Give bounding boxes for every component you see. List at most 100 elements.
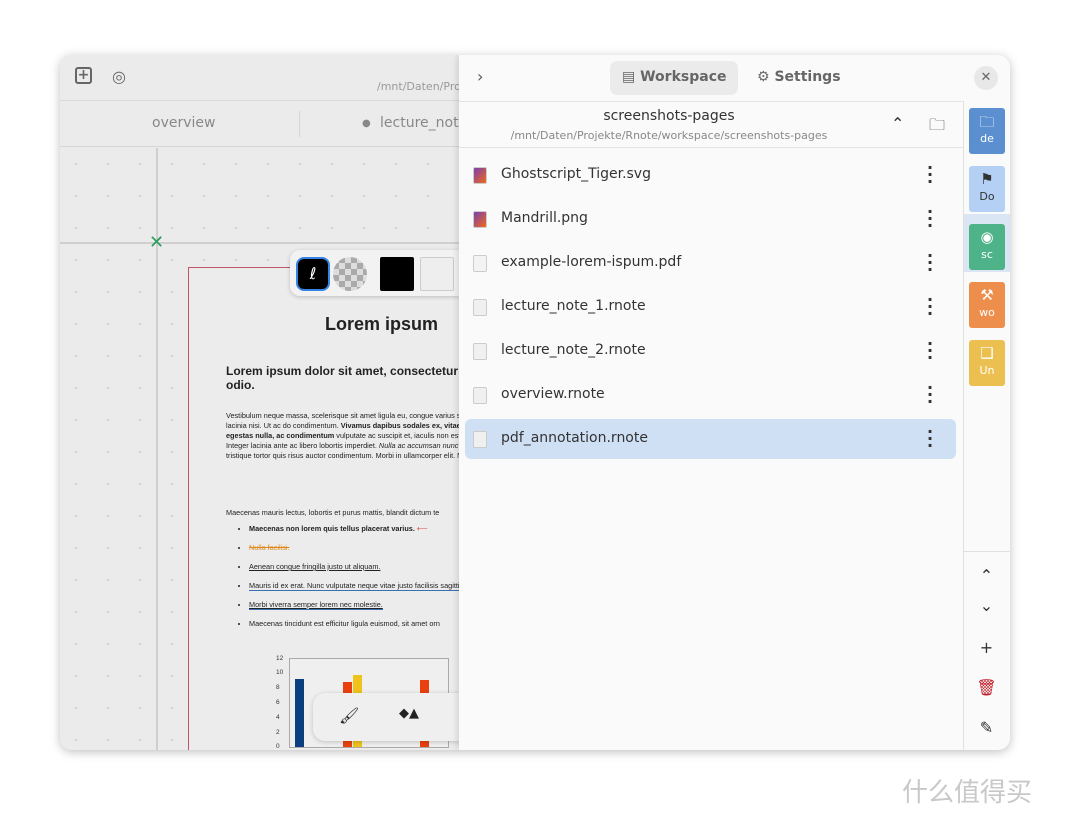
image-file-icon xyxy=(473,211,487,228)
delete-workspace-button[interactable]: 🗑 xyxy=(963,678,1010,697)
camera-icon: ◉ xyxy=(980,228,994,246)
workspace-actions: ⌃ ⌄ + 🗑 ✎ xyxy=(963,551,1010,750)
y-tick: 4 xyxy=(276,714,280,721)
bullet-text: Morbi viverra semper lorem nec molestie. xyxy=(249,600,383,610)
bullet-text: Aenean congue fringilla justo ut aliquam… xyxy=(249,562,381,571)
eraser-style-button[interactable] xyxy=(333,257,367,291)
tab-workspace[interactable]: ▤ Workspace xyxy=(610,61,739,95)
y-tick: 8 xyxy=(276,684,280,691)
doc-subtitle: Lorem ipsum dolor sit amet, consectetur … xyxy=(226,364,460,392)
chart-bar xyxy=(295,679,304,747)
bullet-text: Maecenas non lorem quis tellus placerat … xyxy=(249,524,415,533)
more-options-icon[interactable]: · · · xyxy=(923,292,937,322)
y-tick: 0 xyxy=(276,743,280,750)
folder-path: /mnt/Daten/Projekte/Rnote/workspace/scre… xyxy=(510,129,828,142)
watermark: 什么值得买 xyxy=(902,778,1033,808)
brush-icon[interactable]: 🖌 xyxy=(339,706,359,725)
text-italic: Nulla ac accumsan nunc vehicula vitae. xyxy=(378,441,460,450)
tab-bar: overview ● lecture_note xyxy=(60,101,467,147)
doc-paragraph-2: Maecenas mauris lectus, lobortis et puru… xyxy=(226,508,440,517)
file-row[interactable]: pdf_annotation.rnote · · · xyxy=(465,419,956,459)
file-name: example-lorem-ispum.pdf xyxy=(501,254,682,270)
file-path: /mnt/Daten/Pro xyxy=(377,80,461,93)
brush-style-button[interactable]: ℓ xyxy=(296,257,330,291)
bullet: Morbi viverra semper lorem nec molestie. xyxy=(249,600,460,610)
workspace-wo[interactable]: ⚒ wo xyxy=(969,282,1005,328)
drawing-canvas[interactable]: ✕ Lorem ipsum Lorem ipsum dolor sit amet… xyxy=(60,148,460,750)
y-tick: 10 xyxy=(276,669,284,676)
y-tick: 2 xyxy=(276,729,280,736)
pen-picker-bar: 🖌 ◆▲ xyxy=(313,693,460,741)
chevron-right-icon[interactable]: › xyxy=(477,67,483,86)
book-icon: ❑ xyxy=(980,344,994,362)
fill-color-white[interactable] xyxy=(420,257,454,291)
close-button[interactable]: ✕ xyxy=(974,66,998,90)
workspace-icon: ▤ xyxy=(622,69,636,85)
bullet-text: Nulla facilisi. xyxy=(249,543,290,552)
tab-overview[interactable]: overview xyxy=(152,115,215,131)
sidebar-panel: › ▤ Workspace ⚙ Settings ✕ screenshots-p… xyxy=(459,55,1010,750)
pdf-file-icon xyxy=(473,255,487,272)
workspace-sc[interactable]: ◉ sc xyxy=(969,224,1005,270)
move-down-button[interactable]: ⌄ xyxy=(963,596,1010,615)
file-row[interactable]: lecture_note_1.rnote · · · xyxy=(465,287,956,327)
eye-off-icon[interactable]: ◎ xyxy=(112,67,126,86)
stroke-color-black[interactable] xyxy=(380,257,414,291)
more-options-icon[interactable]: · · · xyxy=(923,336,937,366)
more-options-icon[interactable]: · · · xyxy=(923,424,937,454)
folder-options-icon[interactable]: 🗀 xyxy=(929,114,945,141)
bullet: Aenean congue fringilla justo ut aliquam… xyxy=(249,562,460,571)
app-window: + ◎ /mnt/Daten/Pro overview ● lecture_no… xyxy=(60,55,1010,750)
file-file-icon xyxy=(473,431,487,448)
gear-icon: ⚙ xyxy=(757,69,770,85)
file-name: pdf_annotation.rnote xyxy=(501,430,648,446)
workspace-label: de xyxy=(980,132,994,145)
bullet-text: Maecenas tincidunt est efficitur ligula … xyxy=(249,619,440,628)
move-up-button[interactable]: ⌃ xyxy=(963,566,1010,585)
sidebar-headerbar: › ▤ Workspace ⚙ Settings ✕ xyxy=(459,55,1010,101)
chevron-up-icon[interactable]: ⌃ xyxy=(891,114,904,133)
workspace-label: Un xyxy=(979,364,995,377)
file-name: lecture_note_2.rnote xyxy=(501,342,646,358)
file-row[interactable]: overview.rnote · · · xyxy=(465,375,956,415)
folder-name: screenshots-pages xyxy=(603,108,735,124)
pen-style-toolbar: ℓ xyxy=(290,250,460,296)
hammer-icon: ⚒ xyxy=(980,286,994,304)
workspace-Do[interactable]: ⚑ Do xyxy=(969,166,1005,212)
doc-bullets: Maecenas non lorem quis tellus placerat … xyxy=(237,524,460,638)
arrow-annotation: ⟵ xyxy=(416,524,428,533)
bullet: Nulla facilisi. xyxy=(249,543,460,552)
more-options-icon[interactable]: · · · xyxy=(923,204,937,234)
tab-settings[interactable]: ⚙ Settings xyxy=(745,61,853,95)
tab-lecture-note[interactable]: lecture_note xyxy=(380,115,467,131)
folder-icon: 🗀 xyxy=(979,113,995,131)
file-name: overview.rnote xyxy=(501,386,605,402)
file-row[interactable]: Mandrill.png · · · xyxy=(465,199,956,239)
file-name: Ghostscript_Tiger.svg xyxy=(501,166,651,182)
tab-label: Settings xyxy=(774,69,841,85)
editor-area: + ◎ /mnt/Daten/Pro overview ● lecture_no… xyxy=(60,55,467,750)
doc-title: Lorem ipsum xyxy=(325,314,439,334)
file-file-icon xyxy=(473,299,487,316)
more-options-icon[interactable]: · · · xyxy=(923,380,937,410)
workspace-Un[interactable]: ❑ Un xyxy=(969,340,1005,386)
bullet: Maecenas non lorem quis tellus placerat … xyxy=(249,524,460,533)
file-row[interactable]: lecture_note_2.rnote · · · xyxy=(465,331,956,371)
file-row[interactable]: example-lorem-ispum.pdf · · · xyxy=(465,243,956,283)
more-options-icon[interactable]: · · · xyxy=(923,248,937,278)
workspace-label: wo xyxy=(979,306,995,319)
tab-modified-dot: ● xyxy=(362,118,371,129)
more-options-icon[interactable]: · · · xyxy=(923,160,937,190)
workspace-de[interactable]: 🗀 de xyxy=(969,108,1005,154)
tab-label: Workspace xyxy=(640,69,727,85)
bullet: Mauris id ex erat. Nunc vulputate neque … xyxy=(249,581,460,591)
edit-workspace-button[interactable]: ✎ xyxy=(963,718,1010,737)
new-tab-icon[interactable]: + xyxy=(75,67,92,84)
add-workspace-button[interactable]: + xyxy=(963,638,1010,657)
shapes-icon[interactable]: ◆▲ xyxy=(399,706,419,721)
folder-header: screenshots-pages /mnt/Daten/Projekte/Rn… xyxy=(459,101,963,148)
workspace-label: Do xyxy=(979,190,995,203)
image-file-icon xyxy=(473,167,487,184)
file-row[interactable]: Ghostscript_Tiger.svg · · · xyxy=(465,155,956,195)
file-file-icon xyxy=(473,387,487,404)
